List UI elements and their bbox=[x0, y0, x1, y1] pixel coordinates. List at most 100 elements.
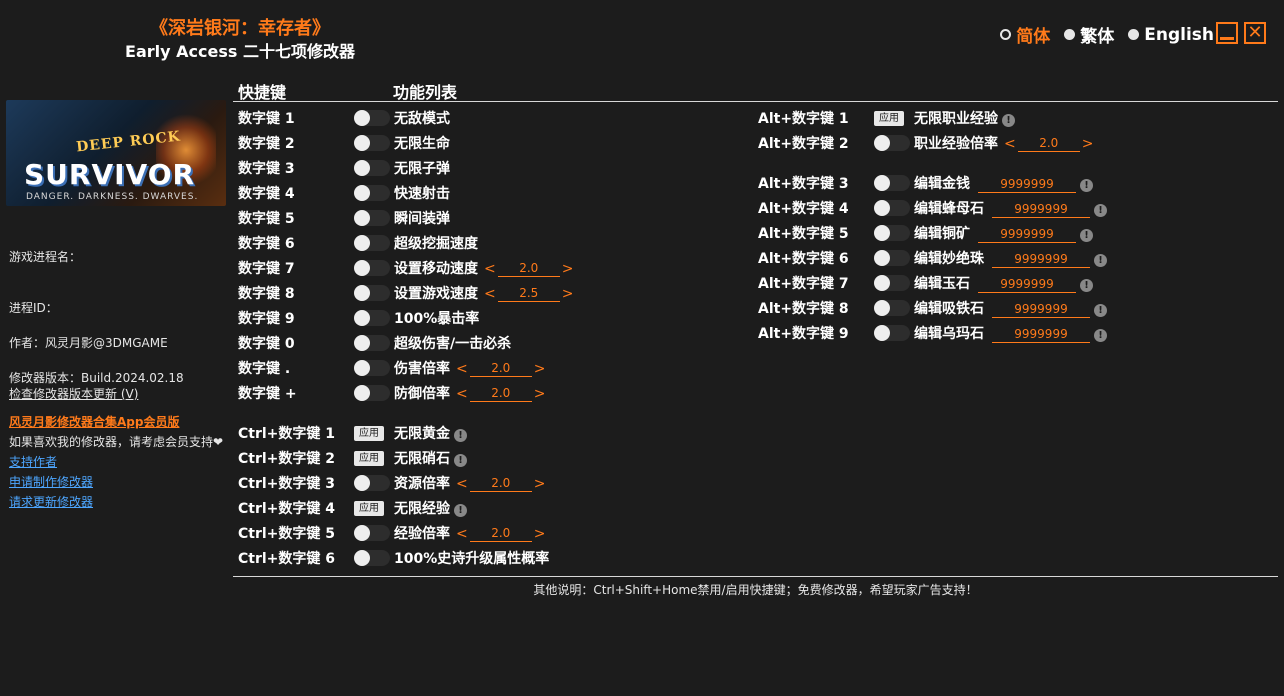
edit-value-input[interactable]: 9999999 bbox=[992, 202, 1090, 218]
value-input[interactable]: 2.0 bbox=[469, 476, 532, 492]
feature-name: 无限子弹 bbox=[394, 158, 450, 178]
info-icon[interactable]: ! bbox=[1094, 304, 1107, 317]
edit-value-input[interactable]: 9999999 bbox=[978, 227, 1076, 243]
feature-toggle[interactable] bbox=[354, 525, 390, 541]
feature-row: 数字键 7 设置移动速度 <2.0 > bbox=[238, 257, 758, 279]
info-icon[interactable]: ! bbox=[454, 504, 467, 517]
info-icon[interactable]: ! bbox=[1080, 279, 1093, 292]
request-trainer-link[interactable]: 申请制作修改器 bbox=[9, 473, 93, 490]
hotkey-label: 数字键 4 bbox=[238, 186, 295, 202]
feature-label: 防御倍率 bbox=[394, 386, 450, 402]
edit-value-input[interactable]: 9999999 bbox=[978, 177, 1076, 193]
value-input[interactable]: 2.0 bbox=[497, 261, 560, 277]
check-update-link[interactable]: 检查修改器版本更新 (V) bbox=[9, 385, 138, 402]
feature-toggle[interactable] bbox=[354, 185, 390, 201]
value-input[interactable]: 2.0 bbox=[469, 361, 532, 377]
support-text: 如果喜欢我的修改器，请考虑会员支持❤ bbox=[9, 435, 224, 449]
feature-toggle[interactable] bbox=[874, 200, 910, 216]
lang-simplified[interactable]: 简体 bbox=[1000, 22, 1050, 47]
app-promo-link[interactable]: 风灵月影修改器合集App会员版 bbox=[9, 413, 179, 430]
info-icon[interactable]: ! bbox=[454, 429, 467, 442]
decrease-arrow-icon[interactable]: < bbox=[456, 361, 468, 377]
decrease-arrow-icon[interactable]: < bbox=[484, 286, 496, 302]
increase-arrow-icon[interactable]: > bbox=[534, 361, 546, 377]
hotkey-label: Alt+数字键 2 bbox=[758, 136, 849, 152]
feature-toggle[interactable] bbox=[354, 235, 390, 251]
feature-label: 无限黄金 bbox=[394, 426, 450, 442]
decrease-arrow-icon[interactable]: < bbox=[456, 386, 468, 402]
increase-arrow-icon[interactable]: > bbox=[1082, 136, 1094, 152]
feature-toggle[interactable] bbox=[354, 360, 390, 376]
info-icon[interactable]: ! bbox=[1080, 229, 1093, 242]
decrease-arrow-icon[interactable]: < bbox=[456, 526, 468, 542]
value-stepper: <2.0 > bbox=[456, 386, 545, 402]
feature-control bbox=[354, 335, 390, 351]
feature-toggle[interactable] bbox=[874, 300, 910, 316]
info-icon[interactable]: ! bbox=[1094, 204, 1107, 217]
increase-arrow-icon[interactable]: > bbox=[534, 476, 546, 492]
hotkey-label: 数字键 + bbox=[238, 386, 297, 402]
edit-value-input[interactable]: 9999999 bbox=[992, 327, 1090, 343]
feature-control: 应用 bbox=[354, 425, 384, 441]
feature-row: Ctrl+数字键 6 100%史诗升级属性概率 bbox=[238, 547, 758, 569]
lang-traditional[interactable]: 繁体 bbox=[1064, 22, 1114, 47]
info-icon[interactable]: ! bbox=[1094, 329, 1107, 342]
feature-toggle[interactable] bbox=[874, 225, 910, 241]
feature-toggle[interactable] bbox=[874, 135, 910, 151]
decrease-arrow-icon[interactable]: < bbox=[1004, 136, 1016, 152]
decrease-arrow-icon[interactable]: < bbox=[456, 476, 468, 492]
info-icon[interactable]: ! bbox=[454, 454, 467, 467]
support-author-link[interactable]: 支持作者 bbox=[9, 453, 57, 470]
apply-button[interactable]: 应用 bbox=[354, 450, 384, 466]
value-input[interactable]: 2.0 bbox=[1017, 136, 1080, 152]
feature-toggle[interactable] bbox=[354, 310, 390, 326]
feature-row: 数字键 6 超级挖掘速度 bbox=[238, 232, 758, 254]
request-update-link[interactable]: 请求更新修改器 bbox=[9, 493, 93, 510]
feature-toggle[interactable] bbox=[354, 335, 390, 351]
feature-control: 应用 bbox=[354, 500, 384, 516]
increase-arrow-icon[interactable]: > bbox=[534, 386, 546, 402]
info-icon[interactable]: ! bbox=[1002, 114, 1015, 127]
feature-row: 数字键 + 防御倍率 <2.0 > bbox=[238, 382, 758, 404]
edit-value-input[interactable]: 9999999 bbox=[992, 252, 1090, 268]
feature-toggle[interactable] bbox=[874, 325, 910, 341]
info-icon[interactable]: ! bbox=[1094, 254, 1107, 267]
feature-toggle[interactable] bbox=[354, 385, 390, 401]
feature-toggle[interactable] bbox=[354, 210, 390, 226]
increase-arrow-icon[interactable]: > bbox=[562, 286, 574, 302]
apply-button[interactable]: 应用 bbox=[354, 425, 384, 441]
value-input[interactable]: 2.5 bbox=[497, 286, 560, 302]
info-icon[interactable]: ! bbox=[1080, 179, 1093, 192]
feature-name: 编辑金钱 9999999! bbox=[914, 173, 1093, 193]
feature-toggle[interactable] bbox=[354, 110, 390, 126]
increase-arrow-icon[interactable]: > bbox=[562, 261, 574, 277]
apply-button[interactable]: 应用 bbox=[354, 500, 384, 516]
feature-toggle[interactable] bbox=[354, 160, 390, 176]
feature-toggle[interactable] bbox=[874, 250, 910, 266]
apply-button[interactable]: 应用 bbox=[874, 110, 904, 126]
decrease-arrow-icon[interactable]: < bbox=[484, 261, 496, 277]
feature-toggle[interactable] bbox=[354, 475, 390, 491]
value-input[interactable]: 2.0 bbox=[469, 386, 532, 402]
lang-english[interactable]: English bbox=[1128, 25, 1214, 45]
feature-toggle[interactable] bbox=[354, 550, 390, 566]
minimize-button[interactable] bbox=[1216, 22, 1238, 44]
feature-toggle[interactable] bbox=[354, 135, 390, 151]
feature-label: 职业经验倍率 bbox=[914, 136, 998, 152]
feature-label: 设置游戏速度 bbox=[394, 286, 478, 302]
cover-logo-sub: DANGER. DARKNESS. DWARVES. bbox=[26, 192, 199, 202]
increase-arrow-icon[interactable]: > bbox=[534, 526, 546, 542]
feature-toggle[interactable] bbox=[354, 260, 390, 276]
feature-row: 数字键 5 瞬间装弹 bbox=[238, 207, 758, 229]
feature-name: 编辑妙绝珠 9999999! bbox=[914, 248, 1107, 268]
feature-toggle[interactable] bbox=[874, 175, 910, 191]
edit-value-input[interactable]: 9999999 bbox=[992, 302, 1090, 318]
feature-toggle[interactable] bbox=[874, 275, 910, 291]
feature-toggle[interactable] bbox=[354, 285, 390, 301]
close-button[interactable]: ✕ bbox=[1244, 22, 1266, 44]
feature-row: Ctrl+数字键 1 应用 无限黄金! bbox=[238, 422, 758, 444]
feature-control bbox=[874, 250, 910, 266]
feature-control bbox=[874, 175, 910, 191]
edit-value-input[interactable]: 9999999 bbox=[978, 277, 1076, 293]
value-input[interactable]: 2.0 bbox=[469, 526, 532, 542]
